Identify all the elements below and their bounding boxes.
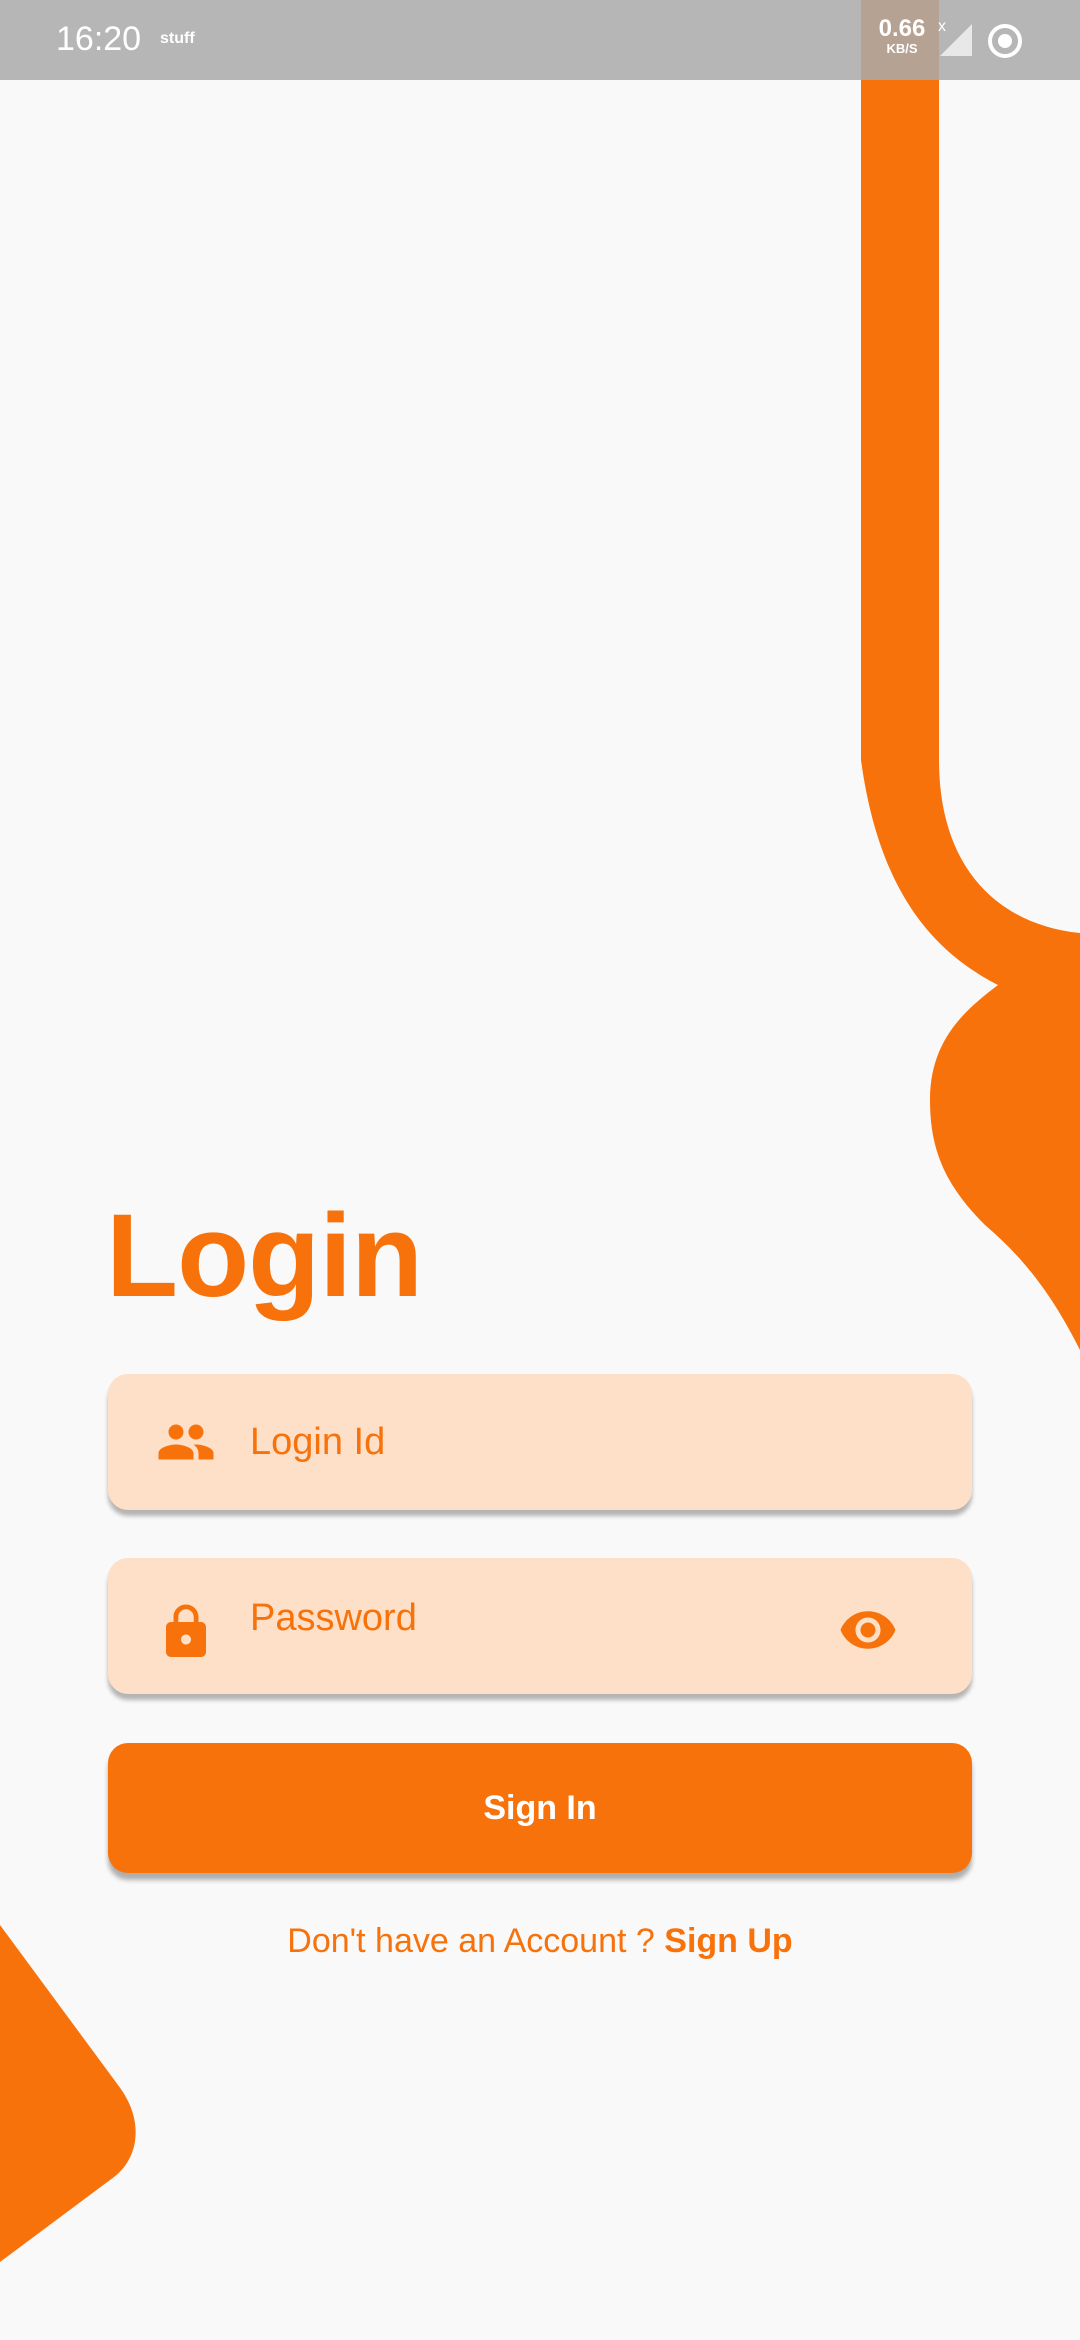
no-account-text: Don't have an Account ? [287,1922,665,1960]
sign-in-button[interactable]: Sign In [108,1743,972,1873]
status-bar: 16:20 stuff 0.66 KB/S x [0,0,1080,80]
eye-icon[interactable] [838,1600,898,1660]
sign-up-prompt: Don't have an Account ? Sign Up [0,1922,1080,1961]
people-icon [158,1424,214,1460]
network-speed-value: 0.66 [878,15,926,42]
status-app-label: stuff [160,30,195,47]
lock-icon [166,1604,206,1657]
network-speed-indicator: 0.66 KB/S [874,16,930,56]
sign-up-link[interactable]: Sign Up [664,1922,792,1960]
page-title: Login [106,1190,423,1322]
login-id-input[interactable] [250,1412,832,1472]
no-data-mark: x [938,18,946,35]
login-id-field[interactable] [108,1374,972,1510]
password-field[interactable] [108,1558,972,1694]
bottom-left-corner-shape [0,1925,136,2262]
top-right-swoosh-shape [861,0,1080,1350]
status-time: 16:20 [56,20,142,58]
network-speed-unit: KB/S [886,41,918,56]
sync-icon [988,24,1022,58]
password-input[interactable] [250,1588,832,1648]
background-decoration [0,0,1080,2262]
